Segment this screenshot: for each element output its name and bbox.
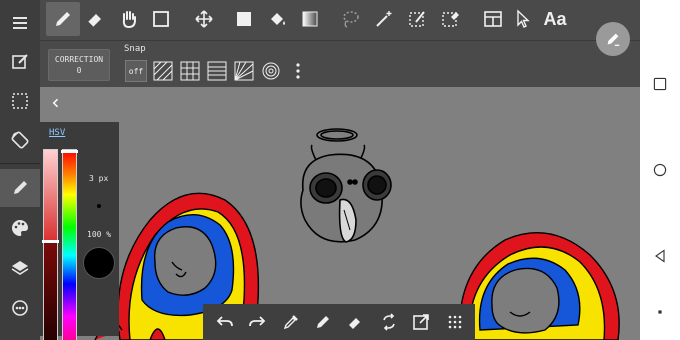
top-toolbar: Aa	[40, 0, 640, 40]
color-mode-tab[interactable]: HSV	[49, 128, 65, 138]
perspective-snap-icon[interactable]	[260, 60, 282, 82]
snap-off-label: off	[128, 66, 144, 76]
cross-snap-icon[interactable]	[179, 60, 201, 82]
pen-icon[interactable]	[46, 2, 80, 36]
layout-icon[interactable]	[476, 2, 510, 36]
curve-snap-icon[interactable]	[233, 60, 255, 82]
sv-light-segment	[44, 150, 57, 241]
grid-snap-icon[interactable]	[206, 60, 228, 82]
text-icon: Aa	[543, 8, 567, 29]
recent-apps-icon[interactable]	[650, 74, 670, 94]
material-icon[interactable]	[0, 289, 40, 327]
bucket-icon[interactable]	[260, 2, 294, 36]
opacity-label[interactable]: 100 %	[87, 230, 111, 239]
eraser-icon[interactable]	[78, 2, 112, 36]
hand-icon[interactable]	[112, 2, 146, 36]
pen-settings-button[interactable]	[596, 22, 630, 56]
parallel-snap-icon[interactable]	[152, 60, 174, 82]
correction-value: 0	[76, 66, 82, 75]
pointer-icon[interactable]	[506, 2, 540, 36]
bottom-toolbar	[203, 304, 475, 340]
magic-wand-icon[interactable]	[367, 2, 401, 36]
layers-icon[interactable]	[0, 249, 40, 287]
brush-icon[interactable]	[0, 169, 40, 207]
grid-menu-icon[interactable]	[443, 310, 467, 334]
collapse-panel-button[interactable]	[48, 94, 64, 112]
chevron-left-icon	[52, 98, 59, 108]
snap-off-button[interactable]: off	[125, 60, 147, 82]
system-nav-bar	[640, 0, 680, 340]
correction-button[interactable]: CORRECTION 0	[48, 49, 110, 81]
sv-dark-segment	[44, 243, 57, 340]
edit-note-icon[interactable]	[0, 43, 40, 81]
move-icon[interactable]	[187, 2, 221, 36]
selection-icon[interactable]	[0, 82, 40, 120]
dot-icon	[650, 302, 670, 322]
pen-icon[interactable]	[311, 310, 335, 334]
back-icon[interactable]	[650, 246, 670, 266]
current-color-swatch[interactable]	[83, 247, 115, 279]
brush-size-label[interactable]: 3 px	[89, 174, 108, 183]
eraser-icon[interactable]	[343, 310, 367, 334]
skull-drawing	[300, 128, 392, 243]
rotate-icon[interactable]	[0, 121, 40, 159]
lasso-icon[interactable]	[333, 2, 367, 36]
snap-toolbar: CORRECTION 0 Snap off	[40, 40, 640, 87]
expand-icon[interactable]	[409, 310, 433, 334]
color-panel: HSV 3 px 100 %	[40, 122, 119, 340]
undo-icon[interactable]	[213, 310, 237, 334]
hue-slider-handle[interactable]	[61, 150, 78, 153]
selection-eraser-icon[interactable]	[434, 2, 468, 36]
selection-pen-icon[interactable]	[401, 2, 435, 36]
flip-icon[interactable]	[377, 310, 401, 334]
rail-divider	[0, 163, 40, 164]
gradient-icon[interactable]	[293, 2, 327, 36]
hue-slider[interactable]	[61, 149, 78, 340]
redo-icon[interactable]	[245, 310, 269, 334]
right-figure-drawing	[458, 232, 620, 340]
rectangle-outline-icon[interactable]	[144, 2, 178, 36]
brush-size-preview	[97, 204, 101, 208]
app-root: { "colors": { "canvas": "#808080", "tool…	[0, 0, 680, 340]
text-tool-button[interactable]: Aa	[538, 2, 572, 36]
correction-label: CORRECTION	[54, 55, 104, 64]
snap-label: Snap	[124, 44, 146, 54]
palette-icon[interactable]	[0, 209, 40, 247]
saturation-value-slider[interactable]	[42, 149, 59, 340]
eyedropper-icon[interactable]	[279, 310, 303, 334]
more-vert-icon[interactable]	[287, 60, 309, 82]
left-sidebar	[0, 0, 40, 340]
menu-icon[interactable]	[0, 4, 40, 42]
pen-hand-icon	[607, 33, 620, 46]
fill-rect-icon[interactable]	[227, 2, 261, 36]
home-icon[interactable]	[650, 160, 670, 180]
sv-slider-handle[interactable]	[42, 240, 59, 243]
